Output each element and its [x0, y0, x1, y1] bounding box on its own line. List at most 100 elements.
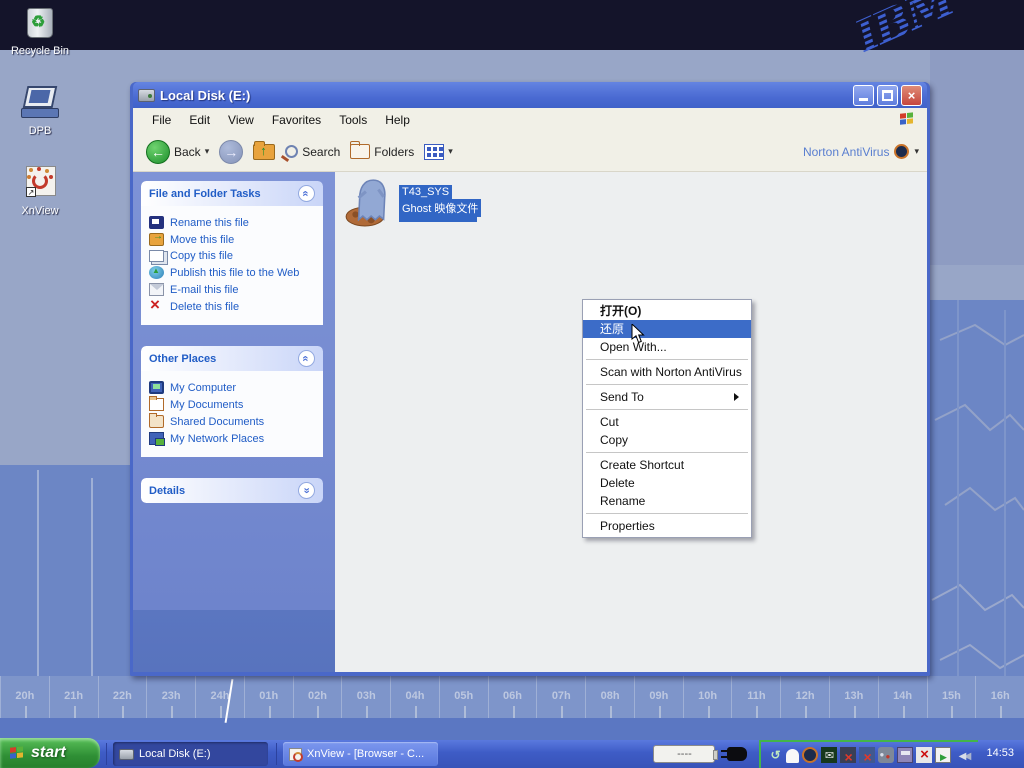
desktop-icon-dpb[interactable]: DPB: [2, 84, 78, 137]
menu-item[interactable]: File: [143, 110, 180, 130]
window-title: Local Disk (E:): [160, 88, 850, 103]
context-menu-item[interactable]: Cut: [583, 413, 751, 431]
chevron-up-icon[interactable]: »: [298, 350, 315, 367]
folders-button[interactable]: Folders: [345, 142, 419, 161]
shareddocs-icon: [149, 415, 164, 428]
mydocs-icon: [149, 398, 164, 411]
context-menu: 打开(O) 还原 Open With...: [582, 299, 752, 538]
context-menu-item[interactable]: Open With...: [583, 338, 751, 356]
copy-icon: [149, 250, 164, 262]
search-button[interactable]: Search: [280, 143, 345, 161]
norton-dropdown-icon[interactable]: ▾: [914, 146, 919, 157]
laptop-icon: [19, 84, 61, 122]
taskbar-divider: [106, 743, 107, 765]
sync-tray-icon[interactable]: [767, 747, 783, 763]
task-link[interactable]: Publish this file to the Web: [149, 264, 319, 281]
context-menu-item[interactable]: 还原: [583, 320, 751, 338]
views-button[interactable]: ▾: [419, 142, 458, 162]
details-header[interactable]: Details »: [141, 478, 323, 503]
context-menu-item[interactable]: Delete: [583, 474, 751, 492]
menu-item[interactable]: Tools: [330, 110, 376, 130]
place-link[interactable]: My Computer: [149, 379, 319, 396]
context-menu-item[interactable]: [583, 381, 751, 388]
back-button[interactable]: ← Back ▾: [141, 138, 214, 166]
context-menu-item[interactable]: [583, 356, 751, 363]
norton-antivirus-button[interactable]: Norton AntiVirus ▾: [803, 144, 919, 159]
desktop-icon-recycle-bin[interactable]: ♻ Recycle Bin: [2, 4, 78, 57]
hour-label: 23h: [146, 676, 195, 718]
taskbar-button-local-disk[interactable]: Local Disk (E:): [113, 742, 268, 766]
context-menu-item[interactable]: Properties: [583, 517, 751, 535]
file-tasks-panel: File and Folder Tasks » Rename this file…: [141, 181, 323, 325]
place-link[interactable]: My Network Places: [149, 430, 319, 447]
task-link[interactable]: Rename this file: [149, 214, 319, 231]
desktop-top-band: IBM: [0, 0, 1024, 50]
chevron-down-icon[interactable]: »: [298, 482, 315, 499]
ghost-image-file-icon: [343, 177, 393, 227]
folder-content[interactable]: T43_SYS Ghost 映像文件 打开(O) 还原: [335, 172, 927, 672]
chevron-up-icon[interactable]: »: [298, 185, 315, 202]
context-menu-item[interactable]: [583, 406, 751, 413]
media-player-tray-icon[interactable]: [935, 747, 951, 763]
back-dropdown-icon[interactable]: ▾: [205, 146, 210, 157]
context-menu-item[interactable]: Copy: [583, 431, 751, 449]
minimize-button[interactable]: [853, 85, 874, 106]
desktop-icon-label: DPB: [2, 125, 78, 137]
menu-item[interactable]: Favorites: [263, 110, 330, 130]
windows-flag-icon: [10, 746, 25, 761]
rename-icon: [149, 216, 164, 229]
hour-label: 07h: [536, 676, 585, 718]
up-folder-icon: ↑: [253, 144, 275, 160]
menu-item[interactable]: Edit: [180, 110, 219, 130]
taskbar-button-xnview[interactable]: XnView - [Browser - C...: [283, 742, 438, 766]
hour-label: 05h: [439, 676, 488, 718]
menu-item[interactable]: View: [219, 110, 263, 130]
desktop-icon-xnview[interactable]: ↗ XnView: [2, 164, 78, 217]
forward-button[interactable]: →: [214, 138, 248, 166]
taskbar: start Local Disk (E:) XnView - [Browser …: [0, 740, 1024, 768]
start-button[interactable]: start: [0, 738, 100, 768]
task-link[interactable]: Delete this file: [149, 298, 319, 315]
hour-label: 01h: [244, 676, 293, 718]
move-icon: [149, 233, 164, 246]
task-link[interactable]: Move this file: [149, 231, 319, 248]
file-tasks-header[interactable]: File and Folder Tasks »: [141, 181, 323, 206]
context-menu-item[interactable]: Create Shortcut: [583, 456, 751, 474]
task-link[interactable]: Copy this file: [149, 248, 319, 264]
views-dropdown-icon[interactable]: ▾: [448, 146, 453, 157]
place-link[interactable]: Shared Documents: [149, 413, 319, 430]
wireless-disconnected-tray-icon[interactable]: [840, 747, 856, 763]
mail-tray-icon[interactable]: [821, 747, 837, 763]
other-places-header[interactable]: Other Places »: [141, 346, 323, 371]
volume-tray-icon[interactable]: [954, 747, 970, 763]
users-blocked-tray-icon[interactable]: [878, 747, 894, 763]
hour-label: 21h: [49, 676, 98, 718]
context-menu-item[interactable]: [583, 449, 751, 456]
file-name: T43_SYS: [399, 185, 452, 199]
up-button[interactable]: ↑: [248, 142, 280, 162]
hour-label: 04h: [390, 676, 439, 718]
norton-antivirus-tray-icon[interactable]: [802, 747, 818, 763]
context-menu-item[interactable]: 打开(O): [583, 302, 751, 320]
toolbar: ← Back ▾ → ↑ Search Folders ▾ Norton Ant…: [133, 132, 927, 172]
close-button[interactable]: ×: [901, 85, 922, 106]
file-tile-t43sys[interactable]: T43_SYS Ghost 映像文件: [343, 177, 481, 227]
context-menu-item[interactable]: Send To: [583, 388, 751, 406]
task-link[interactable]: E-mail this file: [149, 281, 319, 298]
context-menu-item[interactable]: [583, 510, 751, 517]
ghost-tray-icon[interactable]: [786, 749, 799, 763]
network-disconnected-tray-icon[interactable]: [859, 747, 875, 763]
network-icon: [149, 432, 164, 445]
context-menu-item[interactable]: Rename: [583, 492, 751, 510]
menu-item[interactable]: Help: [376, 110, 419, 130]
submenu-arrow-icon: [734, 393, 743, 401]
no-signal-tray-icon[interactable]: [916, 747, 932, 763]
context-menu-item[interactable]: Scan with Norton AntiVirus: [583, 363, 751, 381]
place-link[interactable]: My Documents: [149, 396, 319, 413]
maximize-button[interactable]: [877, 85, 898, 106]
task-pane: File and Folder Tasks » Rename this file…: [133, 172, 335, 672]
drive-icon: [119, 749, 134, 760]
titlebar[interactable]: Local Disk (E:) ×: [133, 82, 927, 108]
taskbar-clock: 14:53: [978, 740, 1024, 768]
printer-tray-icon[interactable]: [897, 747, 913, 763]
